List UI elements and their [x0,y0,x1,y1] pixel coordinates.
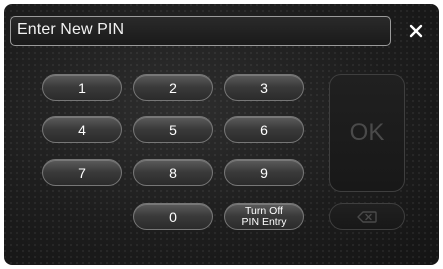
key-3[interactable]: 3 [224,74,304,101]
key-0[interactable]: 0 [133,203,213,230]
key-6[interactable]: 6 [224,116,304,143]
key-4[interactable]: 4 [42,116,122,143]
turn-off-label-line1: Turn Off [245,204,283,217]
ok-label: OK [349,119,385,146]
key-8[interactable]: 8 [133,159,213,186]
key-5[interactable]: 5 [133,116,213,143]
turn-off-label-line2: PIN Entry [241,215,287,228]
backspace-icon [357,210,377,223]
turn-off-pin-entry-button[interactable]: Turn Off PIN Entry [224,203,304,230]
page-title: Enter New PIN [17,21,125,38]
key-1[interactable]: 1 [42,74,122,101]
key-9[interactable]: 9 [224,159,304,186]
close-button[interactable] [399,16,433,46]
key-2[interactable]: 2 [133,74,213,101]
pin-entry-field: Enter New PIN [10,16,391,46]
key-7[interactable]: 7 [42,159,122,186]
pin-entry-screen: Enter New PIN 1 2 3 4 5 6 7 8 9 0 Turn O… [4,4,439,265]
backspace-button[interactable] [329,203,405,230]
ok-button[interactable]: OK [329,74,405,192]
close-icon [409,24,423,38]
